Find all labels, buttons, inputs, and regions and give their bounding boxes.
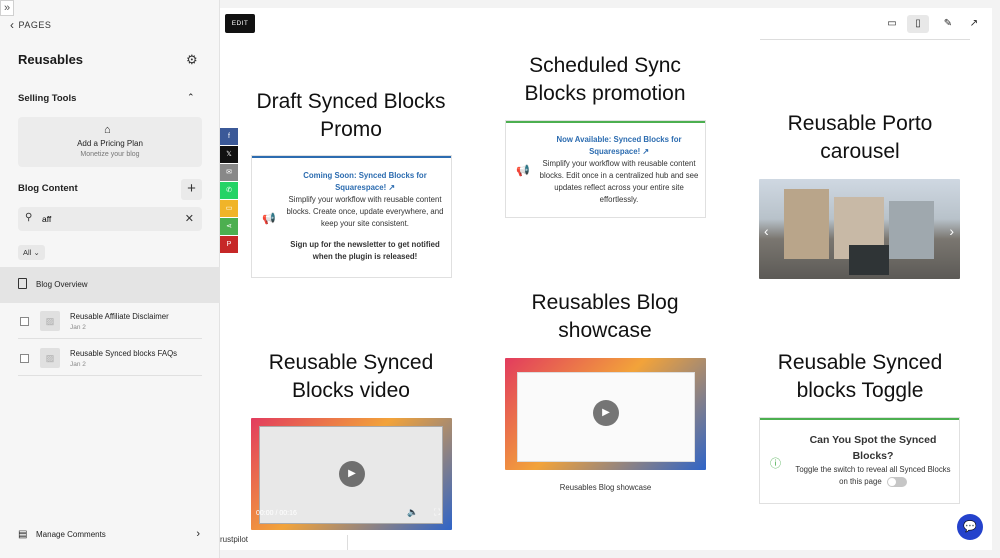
back-to-pages[interactable]: ‹ PAGES: [10, 18, 51, 32]
gear-icon[interactable]: ⚙: [186, 52, 198, 68]
bins-image: [849, 245, 889, 275]
card-accent-bar: [760, 418, 959, 420]
scheduled-heading: Scheduled Sync Blocks promotion: [524, 54, 686, 105]
back-label: PAGES: [18, 20, 52, 30]
draft-text: Simplify your workflow with reusable con…: [286, 195, 444, 228]
list-item[interactable]: ▨ Reusable Synced blocks FAQs Jan 2: [18, 340, 202, 376]
filter-label: All: [23, 248, 32, 257]
external-link-icon: ↗: [388, 183, 395, 192]
fullscreen-icon[interactable]: ⛶: [434, 507, 440, 518]
select-checkbox[interactable]: [20, 354, 29, 363]
blog-showcase-heading: Reusables Blog showcase: [531, 291, 679, 342]
clear-search-icon[interactable]: ✕: [185, 212, 194, 225]
draft-link[interactable]: Coming Soon: Synced Blocks for Squarespa…: [284, 170, 446, 194]
play-icon[interactable]: ▶: [593, 400, 619, 426]
play-icon[interactable]: ▶: [339, 461, 365, 487]
post-title: Reusable Affiliate Disclaimer: [70, 312, 169, 321]
search-icon: ⚲: [25, 212, 33, 223]
question-icon: ⓘ: [770, 458, 781, 470]
chevron-right-icon: ›: [196, 528, 200, 540]
scheduled-promo-card: 📢 Now Available: Synced Blocks for Squar…: [505, 120, 706, 218]
porto-carousel[interactable]: ‹ ›: [759, 179, 960, 279]
chevron-up-icon[interactable]: ⌃: [187, 92, 195, 103]
scheduled-link[interactable]: Now Available: Synced Blocks for Squares…: [538, 134, 700, 158]
blog-overview-label: Blog Overview: [36, 280, 88, 289]
carousel-prev-icon[interactable]: ‹: [764, 223, 769, 239]
search-box: ⚲ ✕: [18, 207, 202, 231]
search-input[interactable]: [42, 212, 172, 226]
blog-content-heading: Blog Content: [18, 183, 78, 194]
building-image: [889, 201, 934, 259]
open-external-icon[interactable]: ↗: [963, 15, 985, 33]
sms-share-icon[interactable]: ▭: [220, 200, 238, 217]
toggle-text: Toggle the switch to reveal all Synced B…: [795, 465, 951, 486]
video-heading: Reusable Synced Blocks video: [268, 351, 434, 402]
whatsapp-share-icon[interactable]: ✆: [220, 182, 238, 199]
trustpilot-widget: rustpilot: [220, 535, 348, 550]
video-time: 00:00 / 00:16: [256, 510, 297, 517]
pinterest-share-icon[interactable]: P: [220, 236, 238, 253]
post-date: Jan 2: [70, 361, 86, 368]
porto-heading: Reusable Porto carousel: [787, 112, 933, 163]
collapse-sidebar-icon[interactable]: »: [0, 0, 14, 16]
building-image: [784, 189, 829, 259]
draft-promo-card: 📢 Coming Soon: Synced Blocks for Squares…: [251, 155, 452, 278]
megaphone-icon: 📢: [516, 165, 530, 177]
draft-cta: Sign up for the newsletter to get notifi…: [290, 240, 440, 261]
edit-button[interactable]: EDIT: [225, 14, 255, 33]
blog-showcase-caption: Reusables Blog showcase: [559, 483, 652, 492]
facebook-share-icon[interactable]: f: [220, 128, 238, 145]
add-pricing-plan-card[interactable]: ⌂ Add a Pricing Plan Monetize your blog: [18, 117, 202, 167]
chevron-down-icon: ⌄: [33, 248, 40, 257]
megaphone-icon: 📢: [262, 213, 276, 225]
draft-link-text: Coming Soon: Synced Blocks for Squarespa…: [303, 171, 427, 192]
volume-icon[interactable]: 🔈: [407, 507, 418, 518]
sidebar: » ‹ PAGES Reusables ⚙ Selling Tools ⌃ ⌂ …: [0, 0, 220, 558]
image-thumbnail-icon: ▨: [40, 348, 60, 368]
scheduled-link-text: Now Available: Synced Blocks for Squares…: [556, 135, 682, 156]
toggle-text-wrap: Toggle the switch to reveal all Synced B…: [792, 464, 954, 488]
divider: [760, 39, 970, 40]
manage-comments-label: Manage Comments: [36, 530, 106, 539]
mobile-view-icon[interactable]: ▯: [907, 15, 929, 33]
pricing-card-subtitle: Monetize your blog: [80, 151, 140, 158]
reveal-toggle[interactable]: [886, 476, 907, 487]
list-item[interactable]: ▨ Reusable Affiliate Disclaimer Jan 2: [18, 303, 202, 339]
post-title: Reusable Synced blocks FAQs: [70, 349, 178, 358]
carousel-next-icon[interactable]: ›: [949, 223, 954, 239]
manage-comments-item[interactable]: ▤ Manage Comments ›: [18, 528, 202, 544]
chat-icon[interactable]: 💬: [957, 514, 983, 540]
email-share-icon[interactable]: ✉: [220, 164, 238, 181]
desktop-view-icon[interactable]: ▭: [881, 15, 903, 33]
filter-dropdown[interactable]: All ⌄: [18, 245, 45, 260]
tag-icon: ⌂: [104, 124, 111, 136]
post-date: Jan 2: [70, 324, 86, 331]
synced-blocks-video[interactable]: ▶ 00:00 / 00:16 🔈 ⛶: [251, 418, 452, 530]
page-icon: [18, 278, 27, 289]
blog-showcase-video[interactable]: ▶: [505, 358, 706, 470]
scheduled-text: Simplify your workflow with reusable con…: [539, 159, 699, 204]
blog-overview-item[interactable]: Blog Overview: [0, 267, 220, 303]
page-title: Reusables: [18, 52, 84, 67]
chevron-left-icon: ‹: [10, 18, 15, 32]
x-share-icon[interactable]: 𝕏: [220, 146, 238, 163]
toggle-title: Can You Spot the Synced Blocks?: [809, 434, 937, 462]
image-thumbnail-icon: ▨: [40, 311, 60, 331]
add-content-button[interactable]: +: [181, 179, 202, 200]
external-link-icon: ↗: [642, 147, 649, 156]
toggle-card: ⓘ Can You Spot the Synced Blocks? Toggle…: [759, 417, 960, 504]
toggle-heading: Reusable Synced blocks Toggle: [777, 351, 943, 402]
card-accent-bar: [506, 121, 705, 123]
draft-heading: Draft Synced Blocks Promo: [256, 90, 446, 141]
page-preview: EDIT ▭ ▯ ✎ ↗ f 𝕏 ✉ ✆ ▭ ⋖ P Draft Synced …: [220, 8, 992, 550]
comment-icon: ▤: [18, 529, 28, 540]
select-checkbox[interactable]: [20, 317, 29, 326]
selling-tools-heading: Selling Tools: [18, 93, 77, 104]
design-brush-icon[interactable]: ✎: [937, 15, 959, 33]
card-accent-bar: [252, 156, 451, 158]
pricing-card-title: Add a Pricing Plan: [77, 139, 143, 148]
generic-share-icon[interactable]: ⋖: [220, 218, 238, 235]
